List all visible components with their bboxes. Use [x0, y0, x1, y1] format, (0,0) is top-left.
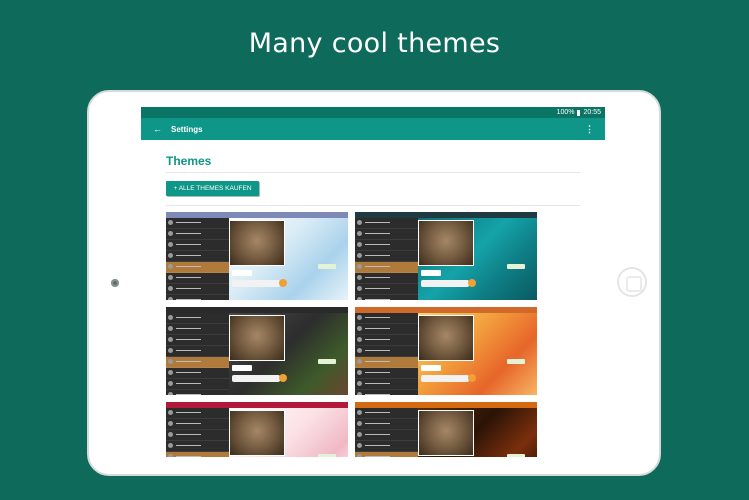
thumbnail-chat-row: [355, 324, 418, 335]
divider: [166, 205, 580, 206]
thumbnail-chat-row: [166, 284, 229, 295]
thumbnail-chat-row: [166, 368, 229, 379]
thumbnail-chat-row: [355, 357, 418, 368]
theme-thumbnail-orange-night[interactable]: [355, 402, 537, 457]
thumbnail-bubble2: [507, 359, 525, 364]
thumbnail-chat-row: [166, 379, 229, 390]
thumbnail-bubble2: [318, 454, 336, 457]
thumbnail-input: [232, 375, 280, 382]
thumbnail-chat-row: [166, 229, 229, 240]
clock: 20:55: [583, 109, 601, 116]
app-bar: ← Settings ⋮: [141, 118, 605, 140]
thumbnail-chat-list: [166, 218, 229, 300]
thumbnail-chat-row: [166, 430, 229, 441]
thumbnail-fab: [279, 374, 287, 382]
divider: [166, 172, 580, 173]
thumbnail-input: [232, 280, 280, 287]
thumbnail-cat: [229, 410, 285, 456]
thumbnail-bubble: [421, 270, 441, 276]
thumbnail-chat-row: [166, 408, 229, 419]
thumbnail-chat-row: [166, 441, 229, 452]
thumbnail-chat-list: [355, 218, 418, 300]
battery-text: 100%: [556, 109, 575, 116]
theme-thumbnail-watercolor-blue[interactable]: [166, 212, 348, 300]
thumbnail-fab: [468, 374, 476, 382]
thumbnail-fab: [468, 279, 476, 287]
thumbnail-chat-row: [355, 408, 418, 419]
thumbnail-bubble: [232, 270, 252, 276]
theme-thumbnail-red-roses[interactable]: [166, 402, 348, 457]
thumbnail-chat-row: [166, 390, 229, 395]
thumbnail-cat: [418, 220, 474, 266]
thumbnail-chat-row: [166, 335, 229, 346]
thumbnail-chat-row: [166, 346, 229, 357]
thumbnail-chat-row: [355, 430, 418, 441]
thumbnail-chat-row: [166, 357, 229, 368]
tablet-screen: 100% 20:55 ← Settings ⋮ Themes + ALLE TH…: [141, 107, 605, 457]
thumbnail-chat-list: [166, 313, 229, 395]
arrow-back-icon[interactable]: ←: [153, 124, 163, 134]
thumbnail-chat-row: [355, 240, 418, 251]
thumbnail-chat-row: [355, 313, 418, 324]
thumbnail-chat-row: [166, 251, 229, 262]
thumbnail-chat-row: [355, 346, 418, 357]
thumbnail-chat-row: [355, 251, 418, 262]
thumbnail-bubble2: [318, 264, 336, 269]
camera-icon: [111, 279, 119, 287]
thumbnail-chat-row: [355, 441, 418, 452]
thumbnail-chat-row: [355, 273, 418, 284]
thumbnail-chat-row: [166, 452, 229, 457]
thumbnail-chat-row: [166, 240, 229, 251]
app-bar-title: Settings: [171, 124, 203, 134]
thumbnail-chat-row: [355, 218, 418, 229]
theme-thumbnail-dark-herbs[interactable]: [166, 307, 348, 395]
thumbnail-bubble: [421, 365, 441, 371]
thumbnail-cat: [229, 315, 285, 361]
theme-thumbnail-orange-watercolor[interactable]: [355, 307, 537, 395]
status-bar: 100% 20:55: [141, 107, 605, 118]
theme-thumbnail-teal-swirl[interactable]: [355, 212, 537, 300]
thumbnail-bubble2: [507, 264, 525, 269]
thumbnail-chat-row: [355, 452, 418, 457]
thumbnail-bubble2: [507, 454, 525, 457]
thumbnail-chat-row: [166, 295, 229, 300]
thumbnail-cat: [418, 410, 474, 456]
buy-all-themes-button[interactable]: + ALLE THEMES KAUFEN: [166, 181, 259, 196]
thumbnail-chat-row: [355, 419, 418, 430]
thumbnail-bubble: [232, 365, 252, 371]
thumbnail-chat-row: [166, 218, 229, 229]
thumbnail-chat-row: [355, 295, 418, 300]
thumbnail-chat-list: [166, 408, 229, 457]
thumbnail-cat: [418, 315, 474, 361]
thumbnail-chat-list: [355, 408, 418, 457]
thumbnail-chat-row: [166, 273, 229, 284]
thumbnail-chat-row: [166, 324, 229, 335]
thumbnail-bubble2: [318, 359, 336, 364]
thumbnail-chat-row: [355, 262, 418, 273]
thumbnail-input: [421, 375, 469, 382]
thumbnail-chat-row: [166, 419, 229, 430]
more-vert-icon[interactable]: ⋮: [585, 124, 594, 135]
thumbnail-chat-row: [355, 368, 418, 379]
battery-icon: [577, 109, 581, 116]
thumbnail-chat-row: [355, 284, 418, 295]
settings-content: Themes + ALLE THEMES KAUFEN: [141, 140, 605, 457]
thumbnail-chat-row: [355, 229, 418, 240]
thumbnail-chat-row: [355, 335, 418, 346]
thumbnail-chat-row: [355, 390, 418, 395]
thumbnail-chat-row: [355, 379, 418, 390]
thumbnail-chat-row: [166, 262, 229, 273]
thumbnail-fab: [279, 279, 287, 287]
home-button[interactable]: [617, 267, 647, 297]
section-title: Themes: [166, 154, 212, 168]
thumbnail-chat-row: [166, 313, 229, 324]
thumbnail-input: [421, 280, 469, 287]
headline: Many cool themes: [248, 28, 501, 59]
thumbnail-cat: [229, 220, 285, 266]
thumbnail-chat-list: [355, 313, 418, 395]
